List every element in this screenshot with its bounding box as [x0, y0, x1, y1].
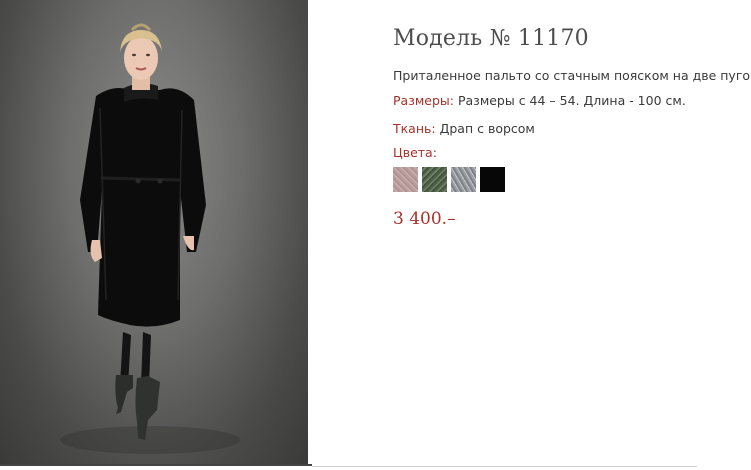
- fabric-row: Ткань: Драп с ворсом: [393, 121, 535, 136]
- product-title: Модель № 11170: [393, 26, 589, 51]
- sizes-label: Размеры:: [393, 93, 454, 108]
- color-swatch-gray[interactable]: [451, 167, 476, 192]
- color-swatch-pink[interactable]: [393, 167, 418, 192]
- sizes-row: Размеры: Размеры с 44 – 54. Длина - 100 …: [393, 93, 686, 108]
- colors-label: Цвета:: [393, 145, 437, 160]
- color-swatch-green[interactable]: [422, 167, 447, 192]
- photo-bottom-border: [0, 464, 312, 466]
- fabric-value: Драп с ворсом: [439, 121, 535, 136]
- divider-line: [312, 466, 697, 467]
- product-price: 3 400.–: [393, 209, 456, 229]
- color-swatches: [393, 167, 505, 192]
- product-description: Приталенное пальто со стачным пояском на…: [393, 68, 751, 83]
- color-swatch-black[interactable]: [480, 167, 505, 192]
- model-in-coat-illustration: [60, 23, 240, 454]
- product-photo: [0, 0, 308, 464]
- sizes-value: Размеры с 44 – 54. Длина - 100 см.: [457, 93, 686, 108]
- fabric-label: Ткань:: [393, 121, 436, 136]
